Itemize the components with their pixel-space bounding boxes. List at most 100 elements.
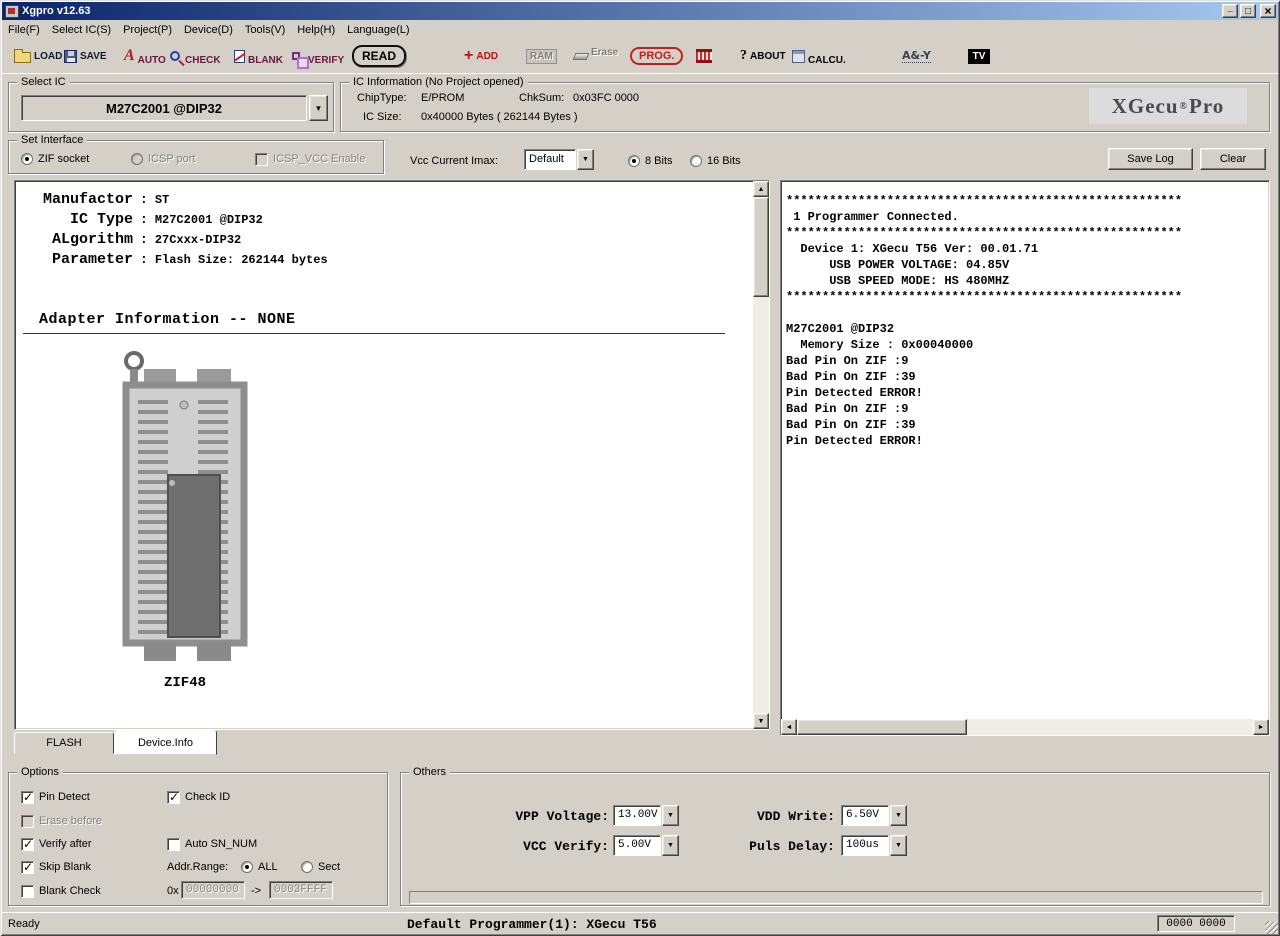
toolbar-about-label: ABOUT xyxy=(750,50,786,62)
titlebar[interactable]: Xgpro v12.63 xyxy=(2,2,1278,20)
puls-dropdown-button[interactable] xyxy=(890,835,907,856)
window-title: Xgpro v12.63 xyxy=(22,5,91,17)
verify-after-checkbox[interactable]: Verify after xyxy=(21,836,92,852)
scroll-thumb[interactable] xyxy=(753,197,769,297)
clear-button[interactable]: Clear xyxy=(1200,148,1266,170)
icsp-vcc-label: ICSP_VCC Enable xyxy=(273,153,366,165)
bits-16-radio[interactable]: 16 Bits xyxy=(690,153,741,169)
xgecu-pro-logo: XGecu ® Pro xyxy=(1089,88,1247,124)
calculator-icon xyxy=(792,49,805,63)
status-programmer: Default Programmer(1): XGecu T56 xyxy=(407,917,657,932)
question-mark-icon: ? xyxy=(740,48,747,63)
toolbar-read-button[interactable]: READ xyxy=(352,39,407,73)
pin-detect-checkbox[interactable]: Pin Detect xyxy=(21,789,90,805)
bits-8-radio[interactable]: 8 Bits xyxy=(628,153,673,169)
options-group: Options Pin Detect Check ID Erase before… xyxy=(8,766,388,906)
vdd-dropdown-button[interactable] xyxy=(890,805,907,826)
vpp-voltage-combo[interactable]: 13.00V xyxy=(613,805,679,826)
check-id-icon xyxy=(170,51,180,61)
checkbox-box xyxy=(21,837,34,851)
statusbar: Ready Default Programmer(1): XGecu T56 0… xyxy=(2,912,1278,934)
toolbar-ram-button[interactable]: RAM xyxy=(526,39,557,73)
zif48-label: ZIF48 xyxy=(163,675,206,691)
ay-logo-icon: A&-Y xyxy=(902,49,932,63)
checkbox-box xyxy=(21,860,34,874)
left-panel-vertical-scrollbar[interactable]: ▲ ▼ xyxy=(753,181,769,729)
verify-icon xyxy=(292,52,309,69)
radio-dot xyxy=(301,861,313,873)
toolbar-load-button[interactable]: LOAD xyxy=(14,39,62,73)
vcc-imax-dropdown-button[interactable] xyxy=(577,149,594,170)
menu-device[interactable]: Device(D) xyxy=(178,22,239,38)
puls-delay-combo[interactable]: 100us xyxy=(841,835,907,856)
toolbar-tv-button[interactable]: TV xyxy=(968,39,990,73)
app-icon xyxy=(5,4,19,18)
vpp-voltage-value: 13.00V xyxy=(613,805,661,826)
vpp-voltage-label: VPP Voltage: xyxy=(515,809,609,824)
radio-dot xyxy=(131,153,143,165)
minimize-button[interactable] xyxy=(1222,4,1238,18)
toolbar-chip-button[interactable] xyxy=(696,39,712,73)
set-interface-group: Set Interface ZIF socket ICSP port ICSP_… xyxy=(8,134,384,174)
save-log-button[interactable]: Save Log xyxy=(1108,148,1193,170)
addr-all-radio[interactable]: ALL xyxy=(241,859,278,875)
skip-blank-checkbox[interactable]: Skip Blank xyxy=(21,859,91,875)
zif-socket-radio[interactable]: ZIF socket xyxy=(21,151,89,167)
check-id-checkbox[interactable]: Check ID xyxy=(167,789,230,805)
addr-sect-radio[interactable]: Sect xyxy=(301,859,340,875)
toolbar-erase-label: Erase xyxy=(591,46,619,58)
toolbar-check-button[interactable]: CHECK xyxy=(170,39,221,73)
menu-select-ic[interactable]: Select IC(S) xyxy=(46,22,117,38)
vcc-dropdown-button[interactable] xyxy=(662,835,679,856)
close-button[interactable] xyxy=(1260,4,1276,18)
vcc-imax-combo[interactable]: Default xyxy=(524,149,594,170)
selected-ic-value[interactable]: M27C2001 @DIP32 xyxy=(21,95,307,121)
menu-language[interactable]: Language(L) xyxy=(341,22,415,38)
blank-check-checkbox[interactable]: Blank Check xyxy=(21,883,101,899)
addr-from-input: 00000000 xyxy=(181,881,245,899)
algorithm-row: ALgorithm : 27Cxxx-DIP32 xyxy=(35,231,241,248)
ic-type-value: M27C2001 @DIP32 xyxy=(154,213,263,227)
erase-before-checkbox: Erase before xyxy=(21,813,102,829)
log-horizontal-scrollbar[interactable]: ◄ ► xyxy=(781,719,1269,735)
algorithm-label: ALgorithm xyxy=(51,231,133,248)
vcc-verify-combo[interactable]: 5.00V xyxy=(613,835,679,856)
menu-help[interactable]: Help(H) xyxy=(291,22,341,38)
toolbar-load-label: LOAD xyxy=(34,50,63,62)
toolbar-blank-button[interactable]: BLANK xyxy=(234,39,283,73)
menu-project[interactable]: Project(P) xyxy=(117,22,178,38)
toolbar-ay-button[interactable]: A&-Y xyxy=(902,39,932,73)
menu-file[interactable]: File(F) xyxy=(2,22,46,38)
algorithm-value: 27Cxxx-DIP32 xyxy=(154,233,242,247)
scroll-down-button[interactable]: ▼ xyxy=(753,713,769,729)
toolbar-save-button[interactable]: SAVE xyxy=(64,39,107,73)
resize-grip[interactable] xyxy=(1265,921,1278,934)
checkbox-box xyxy=(255,152,268,166)
toolbar-erase-button[interactable]: Erase xyxy=(572,39,619,73)
maximize-button[interactable] xyxy=(1240,4,1256,18)
scroll-thumb[interactable] xyxy=(797,719,967,735)
zif-socket-graphic xyxy=(122,351,248,661)
toolbar-prog-button[interactable]: PROG. xyxy=(630,39,684,73)
tab-device-info[interactable]: Device.Info xyxy=(114,730,217,755)
ic-size-value: 0x40000 Bytes ( 262144 Bytes ) xyxy=(421,111,578,123)
manufactor-label: Manufactor xyxy=(42,191,133,208)
vdd-write-combo[interactable]: 6.50V xyxy=(841,805,907,826)
tab-flash[interactable]: FLASH xyxy=(14,732,114,754)
toolbar-add-button[interactable]: + ADD xyxy=(464,39,498,73)
scroll-right-button[interactable]: ► xyxy=(1253,719,1269,735)
toolbar-auto-button[interactable]: A AUTO xyxy=(124,39,166,73)
auto-sn-label: Auto SN_NUM xyxy=(185,838,258,850)
vpp-dropdown-button[interactable] xyxy=(662,805,679,826)
scroll-left-button[interactable]: ◄ xyxy=(781,719,797,735)
chksum-value: 0x03FC 0000 xyxy=(573,92,640,104)
toolbar-verify-button[interactable]: VERIFY xyxy=(292,39,344,73)
select-ic-dropdown-button[interactable]: ▼ xyxy=(309,95,328,121)
toolbar-calcu-button[interactable]: CALCU. xyxy=(792,39,846,73)
bits-16-label: 16 Bits xyxy=(707,155,741,167)
menu-tools[interactable]: Tools(V) xyxy=(239,22,291,38)
vcc-imax-value: Default xyxy=(524,149,576,170)
scroll-up-button[interactable]: ▲ xyxy=(753,181,769,197)
toolbar-about-button[interactable]: ? ABOUT xyxy=(740,39,786,73)
auto-sn-checkbox[interactable]: Auto SN_NUM xyxy=(167,836,257,852)
